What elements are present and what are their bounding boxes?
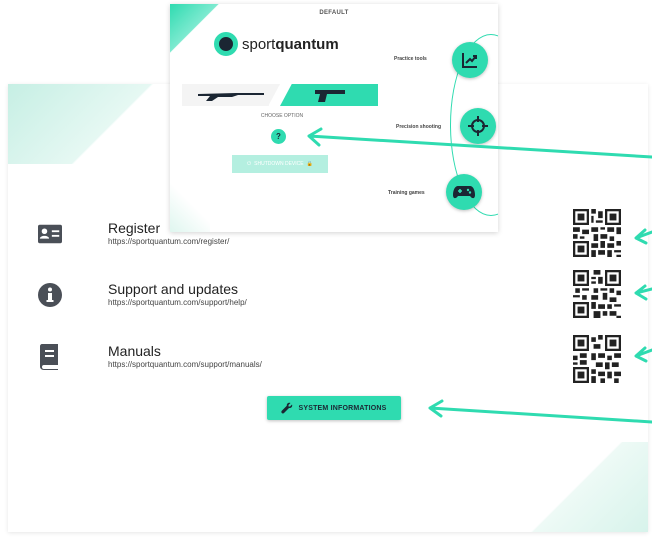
chart-trend-icon [462, 53, 477, 68]
system-informations-label: SYSTEM INFORMATIONS [298, 404, 387, 412]
power-icon: ⏻ [247, 161, 252, 167]
pistol-option[interactable] [280, 84, 378, 106]
sportquantum-logo: sportquantum [214, 32, 339, 56]
qr-code-register [573, 209, 621, 257]
pistol-icon [315, 90, 345, 102]
qr-code-manuals [573, 335, 621, 383]
profile-title: DEFAULT [319, 10, 349, 16]
mode-label-precision-shooting: Precision shooting [396, 124, 442, 130]
corner-decoration [8, 84, 188, 164]
gamepad-icon [453, 186, 475, 199]
link-title: Support and updates [108, 281, 238, 297]
shutdown-device-button[interactable]: ⏻ SHUTDOWN DEVICE 🔒 [232, 155, 328, 173]
device-screen-preview: DEFAULT sportquantum CHOOSE OPTION ? ⏻ S… [170, 4, 498, 232]
rifle-option[interactable] [182, 84, 280, 106]
link-url[interactable]: https://sportquantum.com/support/manuals… [108, 360, 262, 369]
crosshair-icon [468, 116, 488, 136]
system-informations-button[interactable]: SYSTEM INFORMATIONS [267, 396, 401, 420]
mode-label-practice-tools: Practice tools [394, 56, 427, 62]
help-button[interactable]: ? [271, 129, 286, 144]
corner-decoration [508, 442, 648, 532]
mode-label-training-games: Training games [388, 190, 425, 196]
shutdown-label: SHUTDOWN DEVICE [254, 161, 304, 167]
precision-shooting-button[interactable] [460, 108, 496, 144]
logo-text-bold: quantum [275, 35, 339, 53]
link-row-support[interactable]: Support and updates https://sportquantum… [38, 282, 247, 308]
weapon-selector [182, 84, 378, 106]
link-title: Manuals [108, 343, 161, 359]
rifle-icon [198, 93, 264, 101]
choose-option-label: CHOOSE OPTION [260, 113, 304, 119]
book-icon [40, 344, 58, 370]
link-row-manuals[interactable]: Manuals https://sportquantum.com/support… [38, 344, 262, 370]
lock-icon: 🔒 [306, 161, 313, 167]
id-card-icon [38, 224, 62, 244]
info-icon [38, 283, 62, 307]
qr-code-support [573, 270, 621, 318]
wrench-icon [281, 402, 293, 414]
device-corner-decoration [170, 172, 210, 232]
logo-text-light: sport [242, 35, 276, 53]
practice-tools-button[interactable] [452, 42, 488, 78]
logo-mark [214, 32, 238, 56]
link-url[interactable]: https://sportquantum.com/support/help/ [108, 298, 247, 307]
link-url[interactable]: https://sportquantum.com/register/ [108, 237, 229, 246]
training-games-button[interactable] [446, 174, 482, 210]
